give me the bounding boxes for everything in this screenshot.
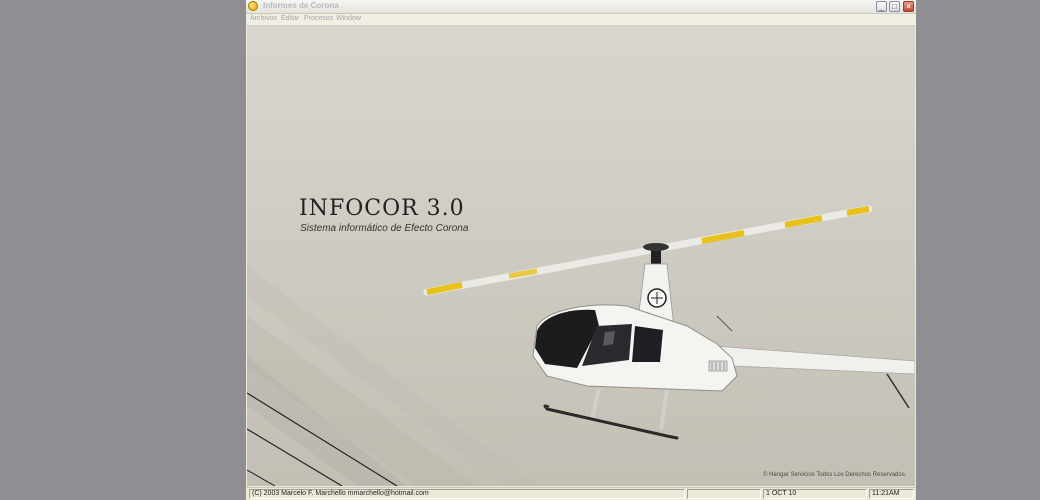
status-date: 1 OCT 10 [763,489,867,499]
minimize-icon: _ [879,2,884,11]
title-bar[interactable]: Informes de Corona _ □ × [246,0,916,14]
status-time: 11:21AM [869,489,914,499]
menu-procesos[interactable]: Procesos [304,15,333,22]
splash-canvas: INFOCOR 3.0 Sistema informático de Efect… [247,26,915,486]
copyright-icon: © [763,472,768,478]
status-empty-pane [687,489,761,499]
menu-archivos[interactable]: Archivos [250,15,277,22]
menu-editar[interactable]: Editar [281,15,299,22]
close-button[interactable]: × [903,1,914,12]
copyright-notice: © Hangar Servicios Todos Los Derechos Re… [763,472,906,478]
status-bar: (C) 2003 Marcelo F. Marchello mmarchello… [246,487,916,500]
minimize-button[interactable]: _ [876,1,887,12]
menu-window[interactable]: Window [336,15,361,22]
product-subtitle: Sistema informático de Efecto Corona [300,223,469,234]
maximize-button[interactable]: □ [889,1,900,12]
maximize-icon: □ [892,2,897,11]
helicopter-photo [247,205,915,486]
app-coin-icon[interactable] [248,1,258,11]
window-title: Informes de Corona [263,1,339,10]
status-credit: (C) 2003 Marcelo F. Marchello mmarchello… [249,489,685,499]
menu-bar: Archivos Editar Procesos Window [246,14,916,26]
app-window: Informes de Corona _ □ × Archivos Editar… [246,0,916,500]
product-title: INFOCOR 3.0 [299,196,465,221]
copyright-text: Hangar Servicios Todos Los Derechos Rese… [769,472,907,478]
close-icon: × [906,2,911,11]
